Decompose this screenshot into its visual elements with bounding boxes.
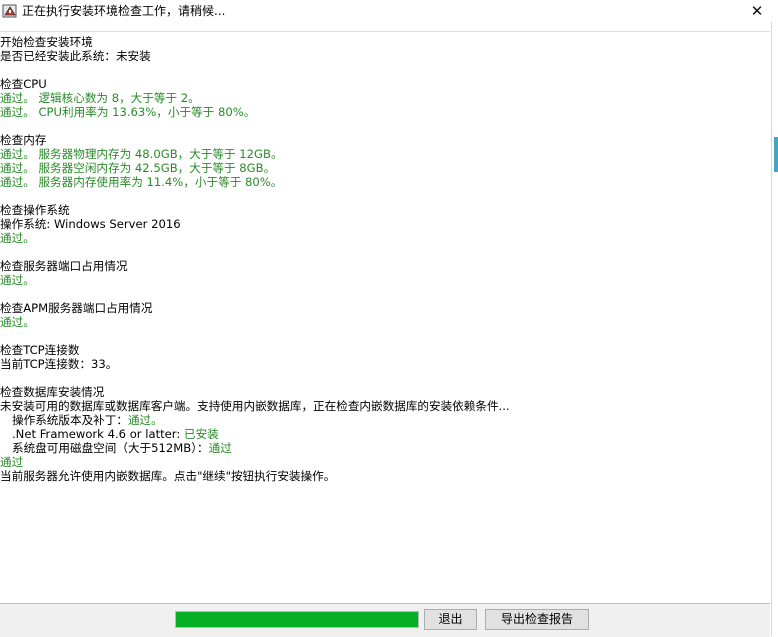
window-title: 正在执行安装环境检查工作，请稍候... (22, 4, 226, 18)
close-icon: ✕ (750, 2, 764, 20)
log-line: 检查CPU (0, 77, 47, 91)
log-line: 检查内存 (0, 133, 47, 147)
log-line: 通过。 服务器空闲内存为 42.5GB，大于等于 8GB。 (0, 161, 276, 175)
log-line: 检查服务器端口占用情况 (0, 259, 128, 273)
title-bar: 正在执行安装环境检查工作，请稍候... ✕ (0, 0, 778, 22)
log-line: 是否已经安装此系统：未安装 (0, 49, 151, 63)
log-line: .Net Framework 4.6 or latter: 已安装 (12, 427, 219, 441)
log-line: 系统盘可用磁盘空间（大于512MB）：通过 (12, 441, 232, 455)
log-line: 检查数据库安装情况 (0, 385, 105, 399)
background-window-accent (774, 137, 778, 172)
check-log: 开始检查安装环境 是否已经安装此系统：未安装 检查CPU 通过。 逻辑核心数为 8，大… (0, 31, 770, 604)
log-line: 通过。 服务器内存使用率为 11.4%，小于等于 80%。 (0, 175, 283, 189)
log-line: 未安装可用的数据库或数据库客户端。支持使用内嵌数据库，正在检查内嵌数据库的安装依… (0, 399, 510, 413)
progress-fill (176, 612, 418, 627)
log-line: 当前TCP连接数：33。 (0, 357, 118, 371)
installer-icon (2, 4, 17, 18)
check-item-result: 通过 (208, 441, 232, 455)
log-line: 操作系统: Windows Server 2016 (0, 217, 181, 231)
log-line: 当前服务器允许使用内嵌数据库。点击"继续"按钮执行安装操作。 (0, 469, 336, 483)
check-item-result: 已安装 (183, 427, 219, 441)
progress-bar (175, 611, 419, 628)
log-line: 通过。 服务器物理内存为 48.0GB，大于等于 12GB。 (0, 147, 283, 161)
log-line: 通过。 CPU利用率为 13.63%，小于等于 80%。 (0, 105, 256, 119)
footer-bar: 退出 导出检查报告 (0, 603, 770, 637)
log-line: 通过。 逻辑核心数为 8，大于等于 2。 (0, 91, 200, 105)
exit-button[interactable]: 退出 (424, 609, 477, 630)
check-item-label: .Net Framework 4.6 or latter: (12, 427, 184, 441)
log-line: 通过。 (0, 273, 35, 287)
log-line: 检查TCP连接数 (0, 343, 80, 357)
log-line: 开始检查安装环境 (0, 35, 93, 49)
close-button[interactable]: ✕ (742, 0, 772, 22)
log-line: 操作系统版本及补丁：通过。 (12, 413, 163, 427)
log-line: 检查APM服务器端口占用情况 (0, 301, 153, 315)
check-item-label: 系统盘可用磁盘空间（大于512MB）： (12, 441, 209, 455)
log-line: 通过 (0, 455, 24, 469)
log-line: 检查操作系统 (0, 203, 70, 217)
log-line: 通过。 (0, 315, 35, 329)
export-report-button[interactable]: 导出检查报告 (485, 609, 589, 630)
check-item-result: 通过。 (127, 413, 163, 427)
log-line: 通过。 (0, 231, 35, 245)
window-edge (771, 22, 778, 636)
check-item-label: 操作系统版本及补丁： (12, 413, 128, 427)
